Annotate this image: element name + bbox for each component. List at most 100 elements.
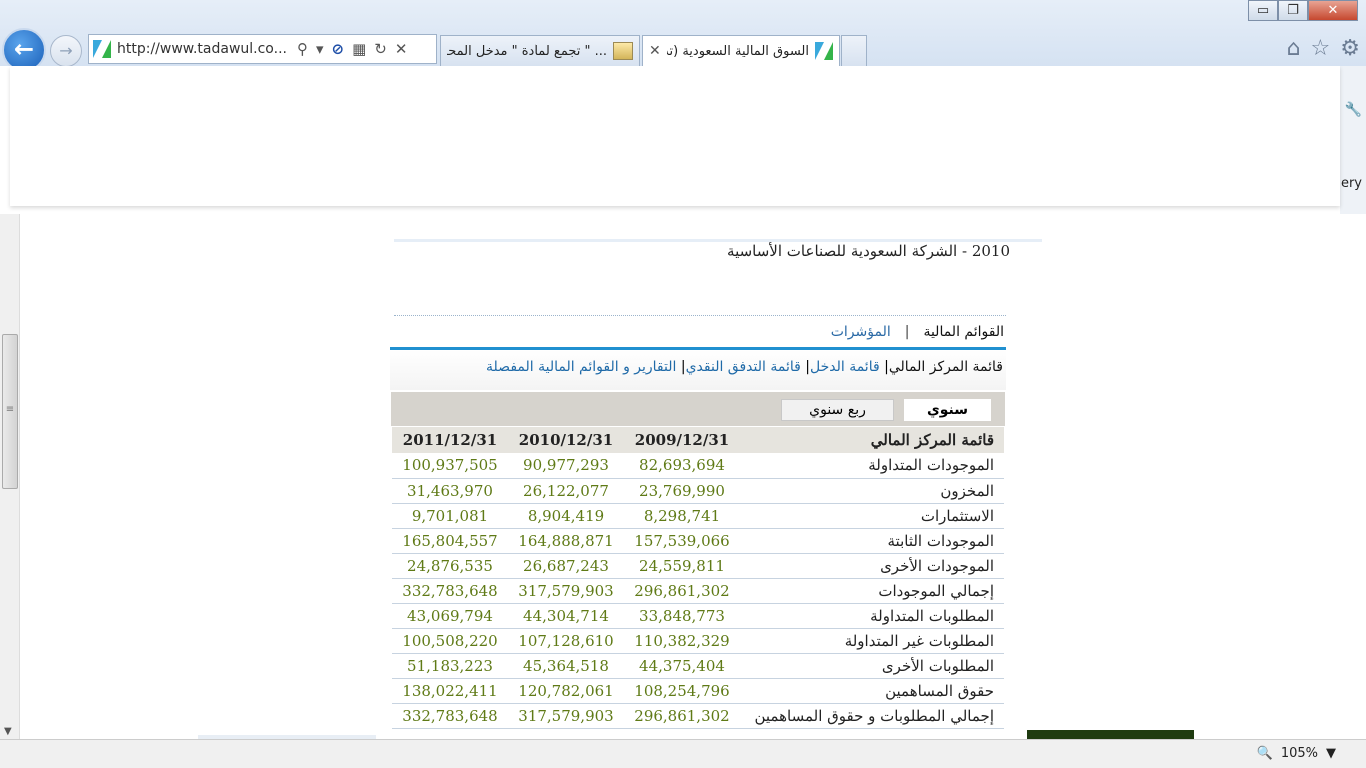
dropdown-icon[interactable]: ▾ [316, 40, 324, 58]
table-row: 24,876,535 26,687,243 24,559,811 الموجودات … [392, 553, 1004, 579]
submenu: قائمة المركز المالي| قائمة الدخل| قائمة … [420, 359, 1003, 375]
cell-value: 108,254,796 [624, 678, 740, 704]
submenu-income[interactable]: قائمة الدخل [810, 359, 880, 375]
search-icon[interactable]: ⚲ [297, 40, 308, 58]
row-label: حقوق المساهمين [740, 678, 1004, 704]
row-label: الموجودات الأخرى [740, 553, 1004, 579]
row-label: المخزون [740, 478, 1004, 504]
zoom-icon: 🔍 [1256, 746, 1273, 761]
submenu-reports[interactable]: التقارير و القوائم المالية المفصلة [486, 359, 676, 375]
cell-value: 9,701,081 [392, 503, 508, 529]
table-row: 138,022,411 120,782,061 108,254,796 حقوق ال… [392, 678, 1004, 704]
cell-value: 45,364,518 [508, 653, 624, 679]
cell-value: 296,861,302 [624, 578, 740, 604]
tab-accounting[interactable]: ... " تجمع لمأدة " مدخل المحاسبة [440, 35, 640, 66]
tools-icon[interactable]: 🔧 [1345, 102, 1362, 118]
star-icon[interactable]: ☆ [1311, 36, 1331, 61]
arrow-left-icon: ← [13, 35, 35, 63]
table-row: 100,937,505 90,977,293 82,693,694 الموجودات… [392, 453, 1004, 479]
row-label: إجمالي المطلوبات و حقوق المساهمين [740, 703, 1004, 729]
new-tab-button[interactable] [841, 35, 867, 66]
side-panel: 🔧 ery [1340, 66, 1366, 214]
cell-value: 100,508,220 [392, 628, 508, 654]
table-row: 31,463,970 26,122,077 23,769,990 المخزون [392, 478, 1004, 504]
browser-toolbar: ← → http://www.tadawul.co... ⚲ ▾ ⊘ ▦ ↻ ✕… [0, 0, 1366, 72]
tab-tadawul[interactable]: السوق المالية السعودية (تد)... ✕ [642, 35, 840, 66]
cell-value: 43,069,794 [392, 603, 508, 629]
cell-value: 332,783,648 [392, 578, 508, 604]
arrow-right-icon: → [59, 41, 73, 60]
cell-value: 8,298,741 [624, 503, 740, 529]
gear-icon[interactable]: ⚙ [1340, 36, 1360, 61]
cell-value: 24,876,535 [392, 553, 508, 579]
column-header: قائمة المركز المالي [740, 427, 1004, 453]
address-bar[interactable]: http://www.tadawul.co... ⚲ ▾ ⊘ ▦ ↻ ✕ [88, 34, 437, 64]
cell-value: 44,375,404 [624, 653, 740, 679]
cell-value: 165,804,557 [392, 528, 508, 554]
address-url[interactable]: http://www.tadawul.co... [117, 41, 287, 57]
zoom-control[interactable]: 🔍 105% ▼ [1257, 746, 1336, 761]
tab-quarterly[interactable]: ربع سنوي [781, 399, 894, 421]
cell-value: 26,687,243 [508, 553, 624, 579]
cell-value: 26,122,077 [508, 478, 624, 504]
column-header: 2010/12/31 [508, 427, 624, 453]
chevron-down-icon[interactable]: ▼ [1326, 746, 1336, 761]
window-close-button[interactable]: ✕ [1308, 0, 1358, 21]
restore-button[interactable]: ❐ [1278, 0, 1308, 21]
submenu-balance[interactable]: قائمة المركز المالي [889, 359, 1003, 375]
vertical-scrollbar[interactable]: ≡ ▼ [0, 214, 20, 739]
cell-value: 317,579,903 [508, 578, 624, 604]
compat-view-icon[interactable]: ▦ [352, 40, 366, 58]
cell-value: 44,304,714 [508, 603, 624, 629]
tab-title: السوق المالية السعودية (تد)... [667, 43, 809, 59]
row-label: الاستثمارات [740, 503, 1004, 529]
row-label: المطلوبات الأخرى [740, 653, 1004, 679]
main-menu: القوائم المالية | المؤشرات [780, 321, 1004, 343]
page-title: 2010 - الشركة السعودية للصناعات الأساسية [727, 242, 1010, 260]
table-row: 9,701,081 8,904,419 8,298,741 الاستثمارات [392, 503, 1004, 529]
cell-value: 23,769,990 [624, 478, 740, 504]
submenu-cashflow[interactable]: قائمة التدفق النقدي [686, 359, 801, 375]
block-icon[interactable]: ⊘ [332, 40, 345, 58]
document-icon [613, 42, 633, 60]
tab-annual[interactable]: سنوي [904, 399, 991, 421]
page-viewport: 🔧 ery ≡ ▼ 2010 - الشركة السعودية للصناعا… [0, 66, 1366, 739]
cell-value: 33,848,773 [624, 603, 740, 629]
menu-indicators[interactable]: المؤشرات [831, 324, 891, 340]
row-label: الموجودات الثابتة [740, 528, 1004, 554]
balance-sheet-table: 2011/12/31 2010/12/31 2009/12/31 قائمة ا… [392, 427, 1004, 729]
scroll-down-icon[interactable]: ▼ [4, 726, 12, 737]
stop-icon[interactable]: ✕ [395, 40, 408, 58]
menu-statements[interactable]: القوائم المالية [923, 324, 1004, 340]
row-label: المطلوبات المتداولة [740, 603, 1004, 629]
scroll-thumb[interactable]: ≡ [2, 334, 18, 489]
minimize-button[interactable]: ▭ [1248, 0, 1278, 21]
cell-value: 138,022,411 [392, 678, 508, 704]
tadawul-favicon-icon [93, 40, 111, 58]
table-row: 332,783,648 317,579,903 296,861,302 إجمالي … [392, 578, 1004, 604]
close-icon[interactable]: ✕ [649, 43, 661, 59]
home-icon[interactable]: ⌂ [1287, 36, 1301, 61]
table-row: 332,783,648 317,579,903 296,861,302 إجمالي … [392, 703, 1004, 729]
cell-value: 24,559,811 [624, 553, 740, 579]
table-row: 165,804,557 164,888,871 157,539,066 الموجود… [392, 528, 1004, 554]
cell-value: 100,937,505 [392, 453, 508, 479]
cell-value: 8,904,419 [508, 503, 624, 529]
zoom-level: 105% [1280, 746, 1318, 761]
table-row: 43,069,794 44,304,714 33,848,773 المطلوبات … [392, 603, 1004, 629]
cell-value: 82,693,694 [624, 453, 740, 479]
table-row: 100,508,220 107,128,610 110,382,329 المطلوب… [392, 628, 1004, 654]
side-panel-text: ery [1340, 176, 1362, 191]
divider [394, 312, 1006, 316]
cell-value: 31,463,970 [392, 478, 508, 504]
cell-value: 317,579,903 [508, 703, 624, 729]
cell-value: 332,783,648 [392, 703, 508, 729]
status-bar: 🔍 105% ▼ [0, 739, 1366, 768]
tadawul-favicon-icon [815, 42, 833, 60]
forward-button[interactable]: → [50, 35, 82, 67]
cell-value: 90,977,293 [508, 453, 624, 479]
cell-value: 157,539,066 [624, 528, 740, 554]
table-header-row: 2011/12/31 2010/12/31 2009/12/31 قائمة ا… [392, 427, 1004, 453]
cell-value: 120,782,061 [508, 678, 624, 704]
refresh-icon[interactable]: ↻ [374, 40, 387, 58]
